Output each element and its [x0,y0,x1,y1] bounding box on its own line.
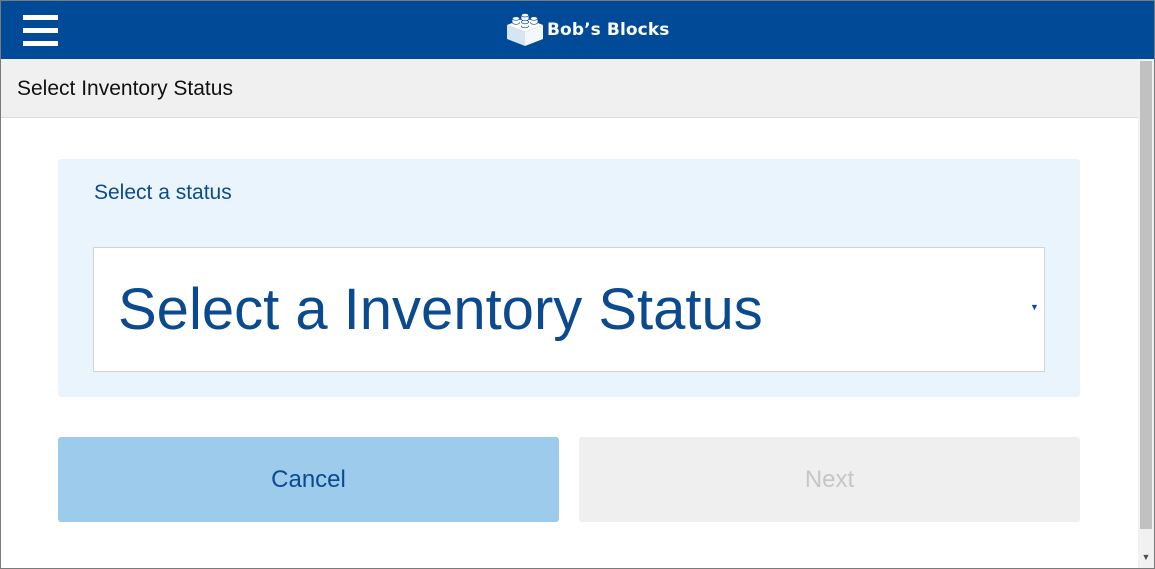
scrollbar-thumb[interactable] [1140,61,1152,529]
next-button[interactable]: Next [579,437,1080,522]
status-form-panel: Select a status Select a Inventory Statu… [58,159,1080,397]
scroll-down-arrow-icon[interactable]: ▼ [1138,547,1154,567]
page-title: Select Inventory Status [17,77,233,100]
lego-brick-icon [507,13,543,46]
vertical-scrollbar[interactable]: ▼ [1138,59,1154,568]
select-value: Select a Inventory Status [118,277,763,342]
inventory-status-select[interactable]: Select a Inventory Status ▼ [93,247,1045,372]
status-label: Select a status [94,181,232,204]
menu-line [23,28,58,33]
cancel-button[interactable]: Cancel [58,437,559,522]
hamburger-menu-icon[interactable] [23,15,59,49]
menu-line [23,41,58,46]
brand-logo[interactable]: Bob’s Blocks [505,13,669,47]
brand-name: Bob’s Blocks [547,20,670,40]
caret-down-icon: ▼ [1030,302,1039,312]
top-navigation-bar: Bob’s Blocks [1,1,1154,59]
page-header: Select Inventory Status [1,59,1138,118]
menu-line [23,15,58,20]
app-window: Bob’s Blocks Select Inventory Status Sel… [0,0,1155,569]
